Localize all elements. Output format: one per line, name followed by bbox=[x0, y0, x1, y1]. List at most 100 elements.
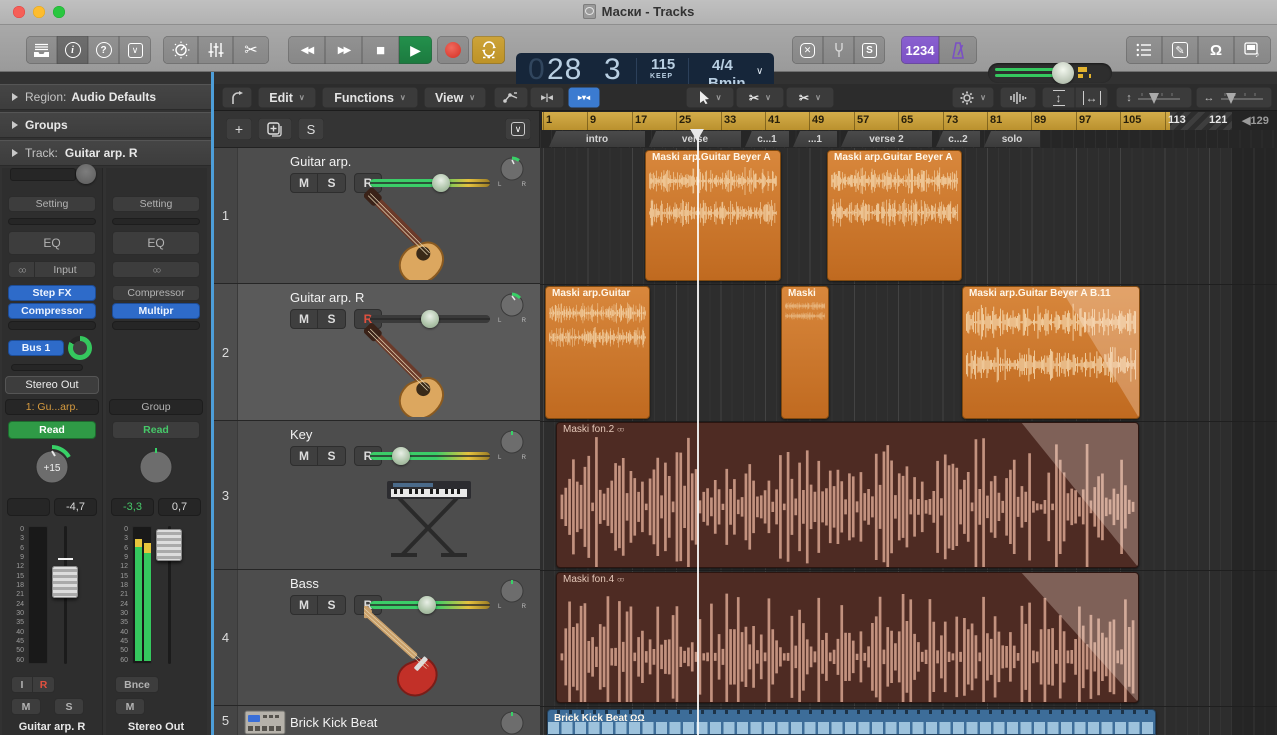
smart-controls-button[interactable] bbox=[163, 36, 198, 64]
track-header-options-button[interactable]: ∨ bbox=[505, 118, 531, 140]
arrange-area[interactable]: Maski arp.Guitar Beyer A Maski arp.Guita… bbox=[540, 148, 1277, 735]
marker-track[interactable]: intro verse c...1 ...1 verse 2 c...2 sol… bbox=[540, 130, 1277, 148]
library-button[interactable] bbox=[26, 36, 57, 64]
master-solo-button[interactable]: S bbox=[298, 118, 324, 140]
back-button[interactable] bbox=[222, 87, 252, 108]
group-slot[interactable]: 1: Gu...arp. bbox=[5, 399, 99, 415]
track-pan-knob[interactable]: LR bbox=[497, 292, 527, 322]
track-name[interactable]: Brick Kick Beat bbox=[290, 715, 377, 730]
waveform-zoom-button[interactable] bbox=[1000, 87, 1036, 108]
send-level-knob[interactable] bbox=[68, 336, 92, 360]
peak-value-box[interactable]: -3,3 bbox=[111, 498, 154, 516]
record-button[interactable] bbox=[437, 36, 469, 64]
flex-button[interactable]: ▸|◂ bbox=[530, 87, 564, 108]
input-slot[interactable]: ○○ Input bbox=[8, 261, 96, 278]
channel-name[interactable]: Stereo Out bbox=[106, 721, 206, 733]
solo-mode-button[interactable]: S bbox=[854, 36, 885, 64]
audio-region[interactable]: Maski arp.Guitar Beyer A bbox=[827, 150, 962, 281]
view-menu[interactable]: View∨ bbox=[424, 87, 486, 108]
marker-chip[interactable]: solo bbox=[984, 131, 1040, 147]
audio-region[interactable]: Maski fon.4 ○○ bbox=[556, 572, 1139, 703]
left-click-tool-menu[interactable]: ∨ bbox=[686, 87, 734, 108]
peak-value-box[interactable] bbox=[7, 498, 50, 516]
marker-chip[interactable]: intro bbox=[549, 131, 645, 147]
audio-fx-slot-1[interactable]: Compressor bbox=[112, 285, 200, 301]
automation-mode-button[interactable]: Read bbox=[8, 421, 96, 439]
stereo-format-icon[interactable]: ○○ bbox=[8, 261, 35, 278]
vertical-zoom-slider[interactable]: ↕ bbox=[1116, 87, 1192, 108]
output-slot[interactable]: Stereo Out bbox=[5, 376, 99, 394]
eq-thumbnail-button[interactable]: EQ bbox=[8, 231, 96, 255]
bar-ruler[interactable]: 1 9 17 25 33 41 49 57 65 73 81 89 97 105… bbox=[540, 111, 1277, 148]
marker-chip[interactable]: c...1 bbox=[745, 131, 789, 147]
region-inspector-header[interactable]: Region:Audio Defaults bbox=[0, 84, 211, 110]
channel-setting-button[interactable]: Setting bbox=[112, 196, 200, 212]
volume-value-box[interactable]: -4,7 bbox=[54, 498, 97, 516]
audio-fx-slot-1[interactable]: Step FX bbox=[8, 285, 96, 301]
forward-button[interactable]: ▶▶ bbox=[325, 36, 362, 64]
audio-fx-slot-2[interactable]: Multipr bbox=[112, 303, 200, 319]
bounce-button[interactable]: Bnce bbox=[115, 676, 159, 693]
lcd-chevron-icon[interactable]: ∨ bbox=[756, 66, 763, 77]
track-header-4[interactable]: 4 Bass M S R LR bbox=[214, 570, 540, 706]
catch-playhead-button[interactable]: ▸▾◂ bbox=[568, 87, 600, 108]
play-button[interactable]: ▶ bbox=[399, 36, 432, 64]
mute-button[interactable]: M bbox=[290, 446, 318, 466]
note-pads-button[interactable]: ✎ bbox=[1162, 36, 1198, 64]
mute-button[interactable]: M bbox=[115, 698, 145, 715]
automation-button[interactable] bbox=[494, 87, 528, 108]
zoom-slider-control[interactable] bbox=[1219, 91, 1265, 105]
playhead[interactable] bbox=[697, 129, 699, 735]
audio-region[interactable]: Maski arp.Guitar bbox=[545, 286, 650, 419]
solo-button[interactable]: S bbox=[54, 698, 84, 715]
mute-button[interactable]: M bbox=[290, 595, 318, 615]
horizontal-zoom-slider[interactable]: ↔ bbox=[1196, 87, 1272, 108]
track-pan-knob[interactable]: LR bbox=[497, 156, 527, 186]
marker-chip[interactable]: c...2 bbox=[936, 131, 980, 147]
inspector-button[interactable]: i bbox=[57, 36, 88, 64]
eq-thumbnail-button[interactable]: EQ bbox=[112, 231, 200, 255]
rewind-button[interactable]: ◀◀ bbox=[288, 36, 325, 64]
track-header-1[interactable]: 1 Guitar arp. M S R LR bbox=[214, 148, 540, 284]
audio-fx-slot-2[interactable]: Compressor bbox=[8, 303, 96, 319]
groups-header[interactable]: Groups bbox=[0, 112, 211, 138]
strip-top-knob[interactable] bbox=[76, 164, 96, 184]
media-browser-button[interactable]: ♪ bbox=[1234, 36, 1271, 64]
track-name[interactable]: Bass bbox=[290, 576, 319, 591]
track-pan-knob[interactable]: LR bbox=[497, 578, 527, 608]
vertical-auto-zoom-button[interactable]: ↕ bbox=[1042, 87, 1075, 108]
group-slot[interactable]: Group bbox=[109, 399, 203, 415]
list-editors-button[interactable] bbox=[1126, 36, 1162, 64]
channel-setting-button[interactable]: Setting bbox=[8, 196, 96, 212]
lcd-tempo-value[interactable]: 115 bbox=[651, 56, 675, 73]
master-volume-knob[interactable] bbox=[1052, 62, 1074, 84]
audio-region[interactable]: Maski arp.Guitar Beyer A bbox=[645, 150, 781, 281]
track-header-5[interactable]: 5 Brick Kick Beat bbox=[214, 706, 540, 735]
solo-button[interactable]: S bbox=[318, 309, 346, 329]
functions-menu[interactable]: Functions∨ bbox=[322, 87, 418, 108]
channel-name[interactable]: Guitar arp. R bbox=[2, 721, 102, 733]
marker-chip[interactable]: ...1 bbox=[793, 131, 837, 147]
solo-button[interactable]: S bbox=[318, 446, 346, 466]
loop-browser-button[interactable]: Ω bbox=[1198, 36, 1234, 64]
tuner-button[interactable] bbox=[823, 36, 854, 64]
duplicate-track-button[interactable] bbox=[258, 118, 292, 140]
cycle-button[interactable] bbox=[472, 36, 505, 64]
audio-region[interactable]: Maski bbox=[781, 286, 829, 419]
tools-button[interactable]: ✂ bbox=[233, 36, 269, 64]
add-track-button[interactable]: + bbox=[226, 118, 252, 140]
track-pan-knob[interactable] bbox=[497, 710, 527, 735]
record-enable-button[interactable]: R bbox=[33, 676, 55, 693]
toolbar-toggle-button[interactable]: ∨ bbox=[119, 36, 151, 64]
pan-knob[interactable] bbox=[133, 444, 179, 490]
track-name[interactable]: Guitar arp. bbox=[290, 154, 351, 169]
track-name[interactable]: Key bbox=[290, 427, 312, 442]
zoom-slider-control[interactable] bbox=[1136, 91, 1182, 105]
track-header-3[interactable]: 3 Key M S R LR bbox=[214, 421, 540, 570]
stereo-format-icon[interactable]: ○○ bbox=[112, 261, 200, 278]
track-zoom-settings-menu[interactable]: ∨ bbox=[952, 87, 994, 108]
playhead-handle[interactable] bbox=[690, 129, 704, 141]
lcd-time-signature[interactable]: 4/4 bbox=[712, 57, 733, 74]
track-pan-knob[interactable]: LR bbox=[497, 429, 527, 459]
audio-region[interactable]: Maski fon.2 ○○ bbox=[556, 422, 1139, 568]
